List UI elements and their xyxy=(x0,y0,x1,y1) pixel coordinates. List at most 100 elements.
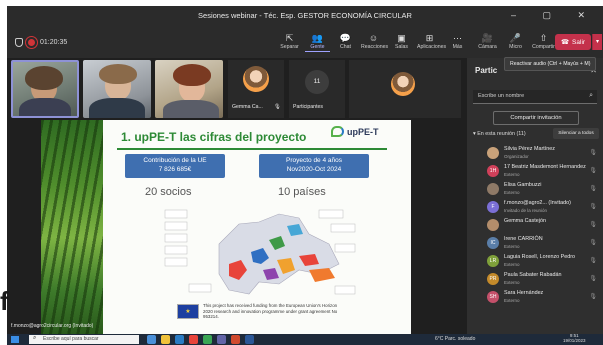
participant-search-input[interactable]: Escribe un nombre ⌕ xyxy=(473,90,597,104)
timer-text: 01:20:35 xyxy=(40,39,68,46)
participant-role: Organizador xyxy=(504,153,529,159)
logo-text: upPE-T xyxy=(347,126,379,137)
mic-off-icon: 🎙 xyxy=(589,204,597,210)
word-icon[interactable] xyxy=(245,335,254,344)
participant-avatar: PR xyxy=(487,273,499,285)
leave-button[interactable]: ☎ Salir xyxy=(555,34,591,50)
video-tile-2[interactable] xyxy=(83,60,151,118)
participant-name: 17 Beatriz Masdemont Hernandez xyxy=(504,164,586,170)
reacciones-icon: ☺ xyxy=(368,33,379,43)
mic-off-icon: 🎙 xyxy=(589,240,597,246)
participant-role: Externo xyxy=(504,189,520,195)
recording-icon xyxy=(28,39,35,46)
tool-label: Aplicaciones xyxy=(417,44,447,50)
video-tile-3[interactable] xyxy=(155,60,223,118)
video-tile-1[interactable] xyxy=(11,60,79,118)
toolbar-m-s-button[interactable]: ⋯ Más xyxy=(445,32,470,52)
leave-options-button[interactable]: ▾ xyxy=(592,34,602,50)
panel-title: Partic xyxy=(475,66,498,75)
meeting-toolbar: 01:20:35 ⇱ Separar 👥 Gente 💬 Chat ☺ Reacciones ▣… xyxy=(7,28,603,58)
eu-flag-icon: ★ xyxy=(177,304,199,319)
participant-row[interactable]: Gemma Castejón 🎙 xyxy=(467,216,603,234)
window-controls[interactable]: – ▢ ✕ xyxy=(511,10,597,21)
taskbar-clock[interactable]: 9:51 19/01/2023 xyxy=(563,333,586,344)
slide-title: 1. upPE-T las cifras del proyecto xyxy=(121,130,307,144)
toolbar-reacciones-button[interactable]: ☺ Reacciones xyxy=(361,32,389,52)
device-c-mara-button[interactable]: 🎥 Cámara xyxy=(475,32,500,50)
mute-all-button[interactable]: Silenciar a todos xyxy=(553,128,599,139)
speaker-tile[interactable] xyxy=(349,60,461,118)
aplicaciones-icon: ⊞ xyxy=(425,33,434,43)
participant-row[interactable]: SH Sara Hernández Externo 🎙 xyxy=(467,288,603,306)
tool-label: Reacciones xyxy=(361,44,389,50)
toolbar-salas-button[interactable]: ▣ Salas xyxy=(389,32,414,52)
participant-row[interactable]: 1H 17 Beatriz Masdemont Hernandez Externo 🎙 xyxy=(467,162,603,180)
mic-off-icon: 🎙 xyxy=(589,222,597,228)
edge-icon[interactable] xyxy=(175,335,184,344)
participant-avatar: 1H xyxy=(487,165,499,177)
tool-label: Gente xyxy=(310,44,325,50)
participant-row[interactable]: Elisa Gambuzzi Externo 🎙 xyxy=(467,180,603,198)
unmute-tooltip: Reactivar audio (Ctrl + Mayús + M) xyxy=(504,57,597,71)
salas-icon: ▣ xyxy=(397,33,406,43)
title-bar: Sesiones webinar - Téc. Esp. GESTOR ECON… xyxy=(7,6,603,28)
teams-icon[interactable] xyxy=(217,335,226,344)
taskbar-weather[interactable]: 6°C Parc. soleado xyxy=(435,336,475,342)
project-duration-box: Proyecto de 4 años Nov2020-Oct 2024 xyxy=(259,154,369,178)
participant-name: Irene CARRIÓN xyxy=(504,236,543,242)
participant-role: Externo xyxy=(504,261,520,267)
participant-role: Externo xyxy=(504,171,520,177)
device-compartir-button[interactable]: ⇧ Compartir xyxy=(531,32,556,50)
meeting-stage: Gemma Ca... 🎙 11 Participantes 1. upPE-T… xyxy=(7,58,465,334)
device-micro-button[interactable]: 🎤 Micro xyxy=(503,32,528,50)
participant-row[interactable]: PR Paula Sabater Rabadán Externo 🎙 xyxy=(467,270,603,288)
participant-name: Sara Hernández xyxy=(504,290,544,296)
tool-label: Más xyxy=(452,44,463,50)
taskbar-search-input[interactable]: ⌕ Escribe aquí para buscar xyxy=(29,335,139,344)
participant-row[interactable]: LR Laguia Rosell, Lorenzo Pedro Externo 🎙 xyxy=(467,252,603,270)
gente-icon: 👥 xyxy=(311,33,324,43)
participant-avatar: IC xyxy=(487,237,499,249)
device-tools: 🎥 Cámara 🎤 Micro ⇧ Compartir xyxy=(475,32,556,50)
participant-row[interactable]: Ff.monzo@agro2... (Invitado) Invitado de … xyxy=(467,198,603,216)
file-explorer-icon[interactable] xyxy=(161,335,170,344)
share-invitation-button[interactable]: Compartir invitación xyxy=(493,111,579,125)
participant-row[interactable]: IC Irene CARRIÓN Externo 🎙 xyxy=(467,234,603,252)
mic-off-icon: 🎙 xyxy=(274,104,281,110)
partners-kpi: 20 socios xyxy=(145,186,192,198)
tool-label: Micro xyxy=(509,44,522,50)
toolbar-aplicaciones-button[interactable]: ⊞ Aplicaciones xyxy=(417,32,446,52)
mic-off-icon: 🎙 xyxy=(589,276,597,282)
search-icon: ⌕ xyxy=(589,92,593,99)
mic-off-icon: 🎙 xyxy=(589,150,597,156)
meeting-timer: 01:20:35 xyxy=(15,38,67,47)
gemma-tile[interactable]: Gemma Ca... 🎙 xyxy=(228,60,284,118)
participants-panel: Partic ✕ Escribe un nombre ⌕ Compartir i… xyxy=(467,58,603,334)
mic-off-icon: 🎙 xyxy=(589,168,597,174)
uppet-logo: upPE-T xyxy=(331,126,379,137)
tool-label: Compartir xyxy=(532,44,555,50)
chat-icon: 💬 xyxy=(339,33,352,43)
chrome-icon[interactable] xyxy=(189,335,198,344)
tool-label: Salas xyxy=(395,44,408,50)
windows-start-icon[interactable] xyxy=(11,336,19,343)
toolbar-gente-button[interactable]: 👥 Gente xyxy=(305,32,330,52)
excel-icon[interactable] xyxy=(203,335,212,344)
in-meeting-section[interactable]: ▾ En esta reunión (11) xyxy=(473,131,526,137)
toolbar-chat-button[interactable]: 💬 Chat xyxy=(333,32,358,52)
participants-tile[interactable]: 11 Participantes xyxy=(289,60,345,118)
tool-label: Cámara xyxy=(478,44,497,50)
participant-row[interactable]: Silvia Pérez Martínez Organizador 🎙 xyxy=(467,144,603,162)
funding-notice: This project has received funding from t… xyxy=(203,303,338,320)
powerpoint-icon[interactable] xyxy=(231,335,240,344)
compartir-icon: ⇧ xyxy=(539,33,548,43)
taskview-icon[interactable] xyxy=(147,335,156,344)
shared-slide: 1. upPE-T las cifras del proyecto upPE-T… xyxy=(41,120,411,334)
toolbar-separar-button[interactable]: ⇱ Separar xyxy=(277,32,302,52)
gemma-avatar xyxy=(243,66,269,92)
participant-avatar: SH xyxy=(487,291,499,303)
logo-mark-icon xyxy=(331,126,344,137)
presenter-label: f.monzo@agro2circular.org (Invitado) xyxy=(11,323,94,329)
participant-name: Paula Sabater Rabadán xyxy=(504,272,562,278)
slide-side xyxy=(7,120,41,334)
